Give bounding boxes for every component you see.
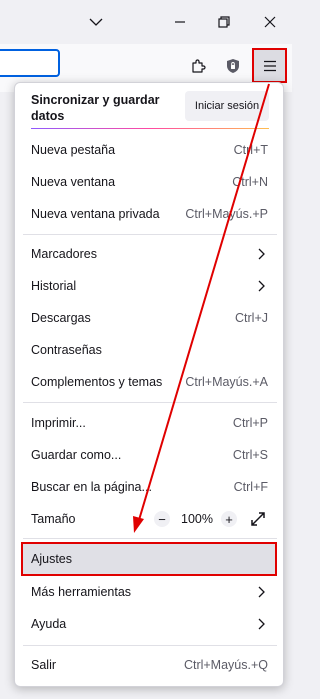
menu-item-new-private-window[interactable]: Nueva ventana privada Ctrl+Mayús.+P xyxy=(15,198,283,230)
url-bar[interactable] xyxy=(0,49,60,77)
menu-separator xyxy=(23,402,277,403)
zoom-out-button[interactable]: − xyxy=(154,511,170,527)
menu-item-addons-themes[interactable]: Complementos y temas Ctrl+Mayús.+A xyxy=(15,366,283,398)
menu-item-help[interactable]: Ayuda xyxy=(15,608,283,640)
menu-item-new-tab[interactable]: Nueva pestaña Ctrl+T xyxy=(15,134,283,166)
sync-section: Sincronizar y guardar datos Iniciar sesi… xyxy=(15,83,283,129)
menu-item-new-window[interactable]: Nueva ventana Ctrl+N xyxy=(15,166,283,198)
menu-item-exit[interactable]: Salir Ctrl+Mayús.+Q xyxy=(15,649,283,681)
menu-item-settings[interactable]: Ajustes xyxy=(15,543,283,575)
menu-separator xyxy=(23,538,277,539)
hamburger-menu-icon xyxy=(263,60,276,71)
menu-separator xyxy=(23,645,277,646)
app-menu-panel: Sincronizar y guardar datos Iniciar sesi… xyxy=(14,82,284,687)
menu-item-bookmarks[interactable]: Marcadores xyxy=(15,238,283,270)
zoom-in-button[interactable]: + xyxy=(221,511,237,527)
close-icon[interactable] xyxy=(256,8,284,36)
fullscreen-icon[interactable] xyxy=(251,512,265,526)
menu-separator xyxy=(23,234,277,235)
menu-item-save-as[interactable]: Guardar como... Ctrl+S xyxy=(15,439,283,471)
minimize-icon[interactable] xyxy=(166,8,194,36)
chevron-right-icon xyxy=(258,586,265,598)
menu-item-history[interactable]: Historial xyxy=(15,270,283,302)
menu-item-zoom: Tamaño − 100% + xyxy=(15,503,283,535)
chevron-right-icon xyxy=(258,280,265,292)
menu-item-passwords[interactable]: Contraseñas xyxy=(15,334,283,366)
chevron-down-icon[interactable] xyxy=(82,8,110,36)
shield-icon[interactable] xyxy=(219,52,247,80)
sync-accent-divider xyxy=(31,128,269,129)
zoom-level[interactable]: 100% xyxy=(181,503,213,535)
title-bar xyxy=(0,0,292,44)
sign-in-button[interactable]: Iniciar sesión xyxy=(185,91,269,121)
extensions-icon[interactable] xyxy=(184,52,212,80)
restore-icon[interactable] xyxy=(210,8,238,36)
chevron-right-icon xyxy=(258,248,265,260)
menu-item-print[interactable]: Imprimir... Ctrl+P xyxy=(15,407,283,439)
menu-item-more-tools[interactable]: Más herramientas xyxy=(15,576,283,608)
menu-item-find-in-page[interactable]: Buscar en la página... Ctrl+F xyxy=(15,471,283,503)
hamburger-menu-button[interactable] xyxy=(252,48,287,83)
chevron-right-icon xyxy=(258,618,265,630)
sync-title: Sincronizar y guardar datos xyxy=(31,93,160,123)
menu-item-downloads[interactable]: Descargas Ctrl+J xyxy=(15,302,283,334)
